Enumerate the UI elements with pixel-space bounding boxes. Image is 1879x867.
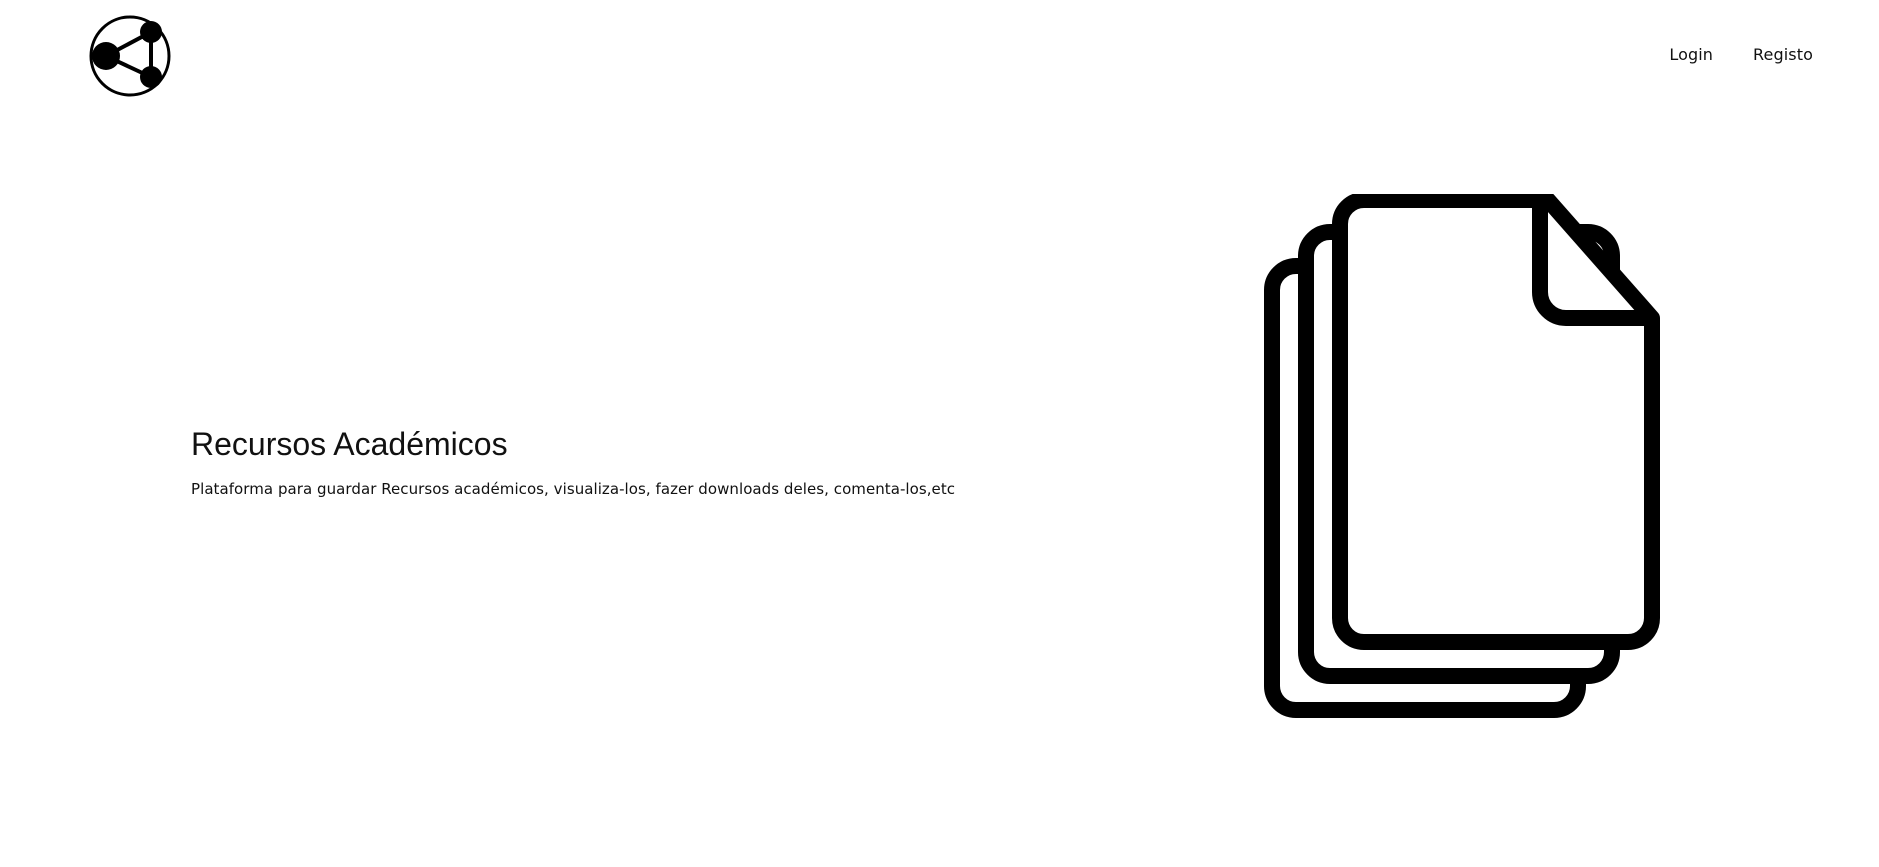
site-logo[interactable] bbox=[88, 14, 172, 98]
stacked-documents-icon bbox=[1262, 194, 1662, 722]
hero-text: Recursos Académicos Plataforma para guar… bbox=[191, 424, 955, 498]
register-link[interactable]: Registo bbox=[1753, 45, 1813, 64]
landing-page: Login Registo Recursos Académicos Plataf… bbox=[0, 0, 1879, 867]
page-title: Recursos Académicos bbox=[191, 426, 508, 462]
top-nav: Login Registo bbox=[1669, 45, 1813, 64]
share-circle-icon bbox=[88, 14, 172, 98]
page-subtitle: Plataforma para guardar Recursos académi… bbox=[191, 480, 956, 498]
login-link[interactable]: Login bbox=[1669, 45, 1713, 64]
